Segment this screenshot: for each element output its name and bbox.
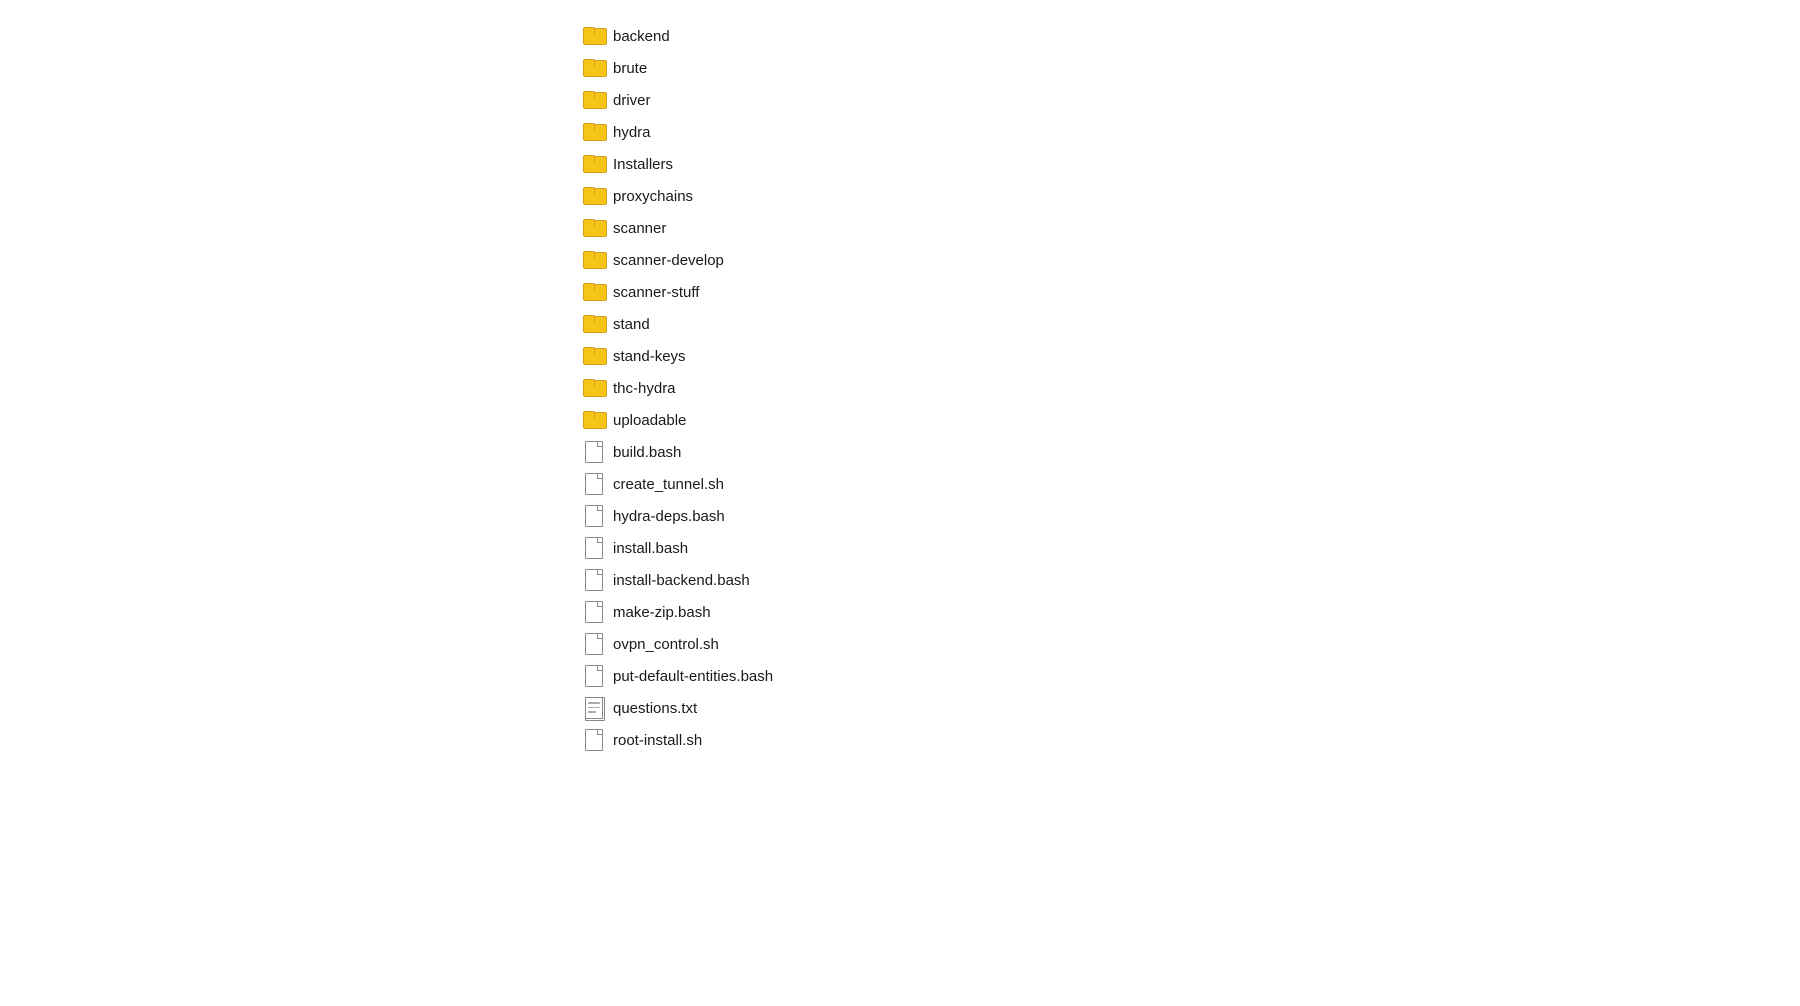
list-item[interactable]: hydra (575, 116, 1800, 148)
item-name: questions.txt (613, 700, 697, 717)
item-name: hydra (613, 124, 651, 141)
txt-file-icon (583, 697, 605, 719)
file-icon (583, 633, 605, 655)
item-name: build.bash (613, 444, 681, 461)
folder-icon (583, 89, 605, 111)
list-item[interactable]: proxychains (575, 180, 1800, 212)
list-item[interactable]: thc-hydra (575, 372, 1800, 404)
folder-icon (583, 121, 605, 143)
list-item[interactable]: create_tunnel.sh (575, 468, 1800, 500)
item-name: backend (613, 28, 670, 45)
item-name: scanner-develop (613, 252, 724, 269)
list-item[interactable]: driver (575, 84, 1800, 116)
file-icon (583, 441, 605, 463)
list-item[interactable]: build.bash (575, 436, 1800, 468)
item-name: root-install.sh (613, 732, 702, 749)
item-name: stand-keys (613, 348, 686, 365)
item-name: stand (613, 316, 650, 333)
list-item[interactable]: stand-keys (575, 340, 1800, 372)
folder-icon (583, 153, 605, 175)
folder-icon (583, 249, 605, 271)
item-name: uploadable (613, 412, 686, 429)
folder-icon (583, 185, 605, 207)
list-item[interactable]: ovpn_control.sh (575, 628, 1800, 660)
item-name: hydra-deps.bash (613, 508, 725, 525)
list-item[interactable]: install.bash (575, 532, 1800, 564)
folder-icon (583, 25, 605, 47)
file-icon (583, 601, 605, 623)
folder-icon (583, 57, 605, 79)
file-icon (583, 729, 605, 751)
item-name: put-default-entities.bash (613, 668, 773, 685)
list-item[interactable]: root-install.sh (575, 724, 1800, 756)
file-icon (583, 569, 605, 591)
folder-icon (583, 217, 605, 239)
list-item[interactable]: Installers (575, 148, 1800, 180)
item-name: make-zip.bash (613, 604, 711, 621)
item-name: Installers (613, 156, 673, 173)
file-icon (583, 505, 605, 527)
list-item[interactable]: scanner-develop (575, 244, 1800, 276)
file-icon (583, 665, 605, 687)
item-name: install.bash (613, 540, 688, 557)
file-icon (583, 473, 605, 495)
list-item[interactable]: questions.txt (575, 692, 1800, 724)
folder-icon (583, 313, 605, 335)
folder-icon (583, 345, 605, 367)
item-name: scanner (613, 220, 666, 237)
list-item[interactable]: hydra-deps.bash (575, 500, 1800, 532)
list-item[interactable]: scanner (575, 212, 1800, 244)
folder-icon (583, 281, 605, 303)
list-item[interactable]: install-backend.bash (575, 564, 1800, 596)
item-name: proxychains (613, 188, 693, 205)
list-item[interactable]: stand (575, 308, 1800, 340)
folder-icon (583, 377, 605, 399)
list-item[interactable]: scanner-stuff (575, 276, 1800, 308)
list-item[interactable]: backend (575, 20, 1800, 52)
list-item[interactable]: make-zip.bash (575, 596, 1800, 628)
item-name: brute (613, 60, 647, 77)
item-name: scanner-stuff (613, 284, 699, 301)
item-name: driver (613, 92, 651, 109)
file-list: backend brute driver hydra Installers pr… (0, 0, 1800, 776)
folder-icon (583, 409, 605, 431)
item-name: ovpn_control.sh (613, 636, 719, 653)
item-name: install-backend.bash (613, 572, 750, 589)
list-item[interactable]: put-default-entities.bash (575, 660, 1800, 692)
item-name: create_tunnel.sh (613, 476, 724, 493)
item-name: thc-hydra (613, 380, 676, 397)
list-item[interactable]: brute (575, 52, 1800, 84)
file-icon (583, 537, 605, 559)
list-item[interactable]: uploadable (575, 404, 1800, 436)
